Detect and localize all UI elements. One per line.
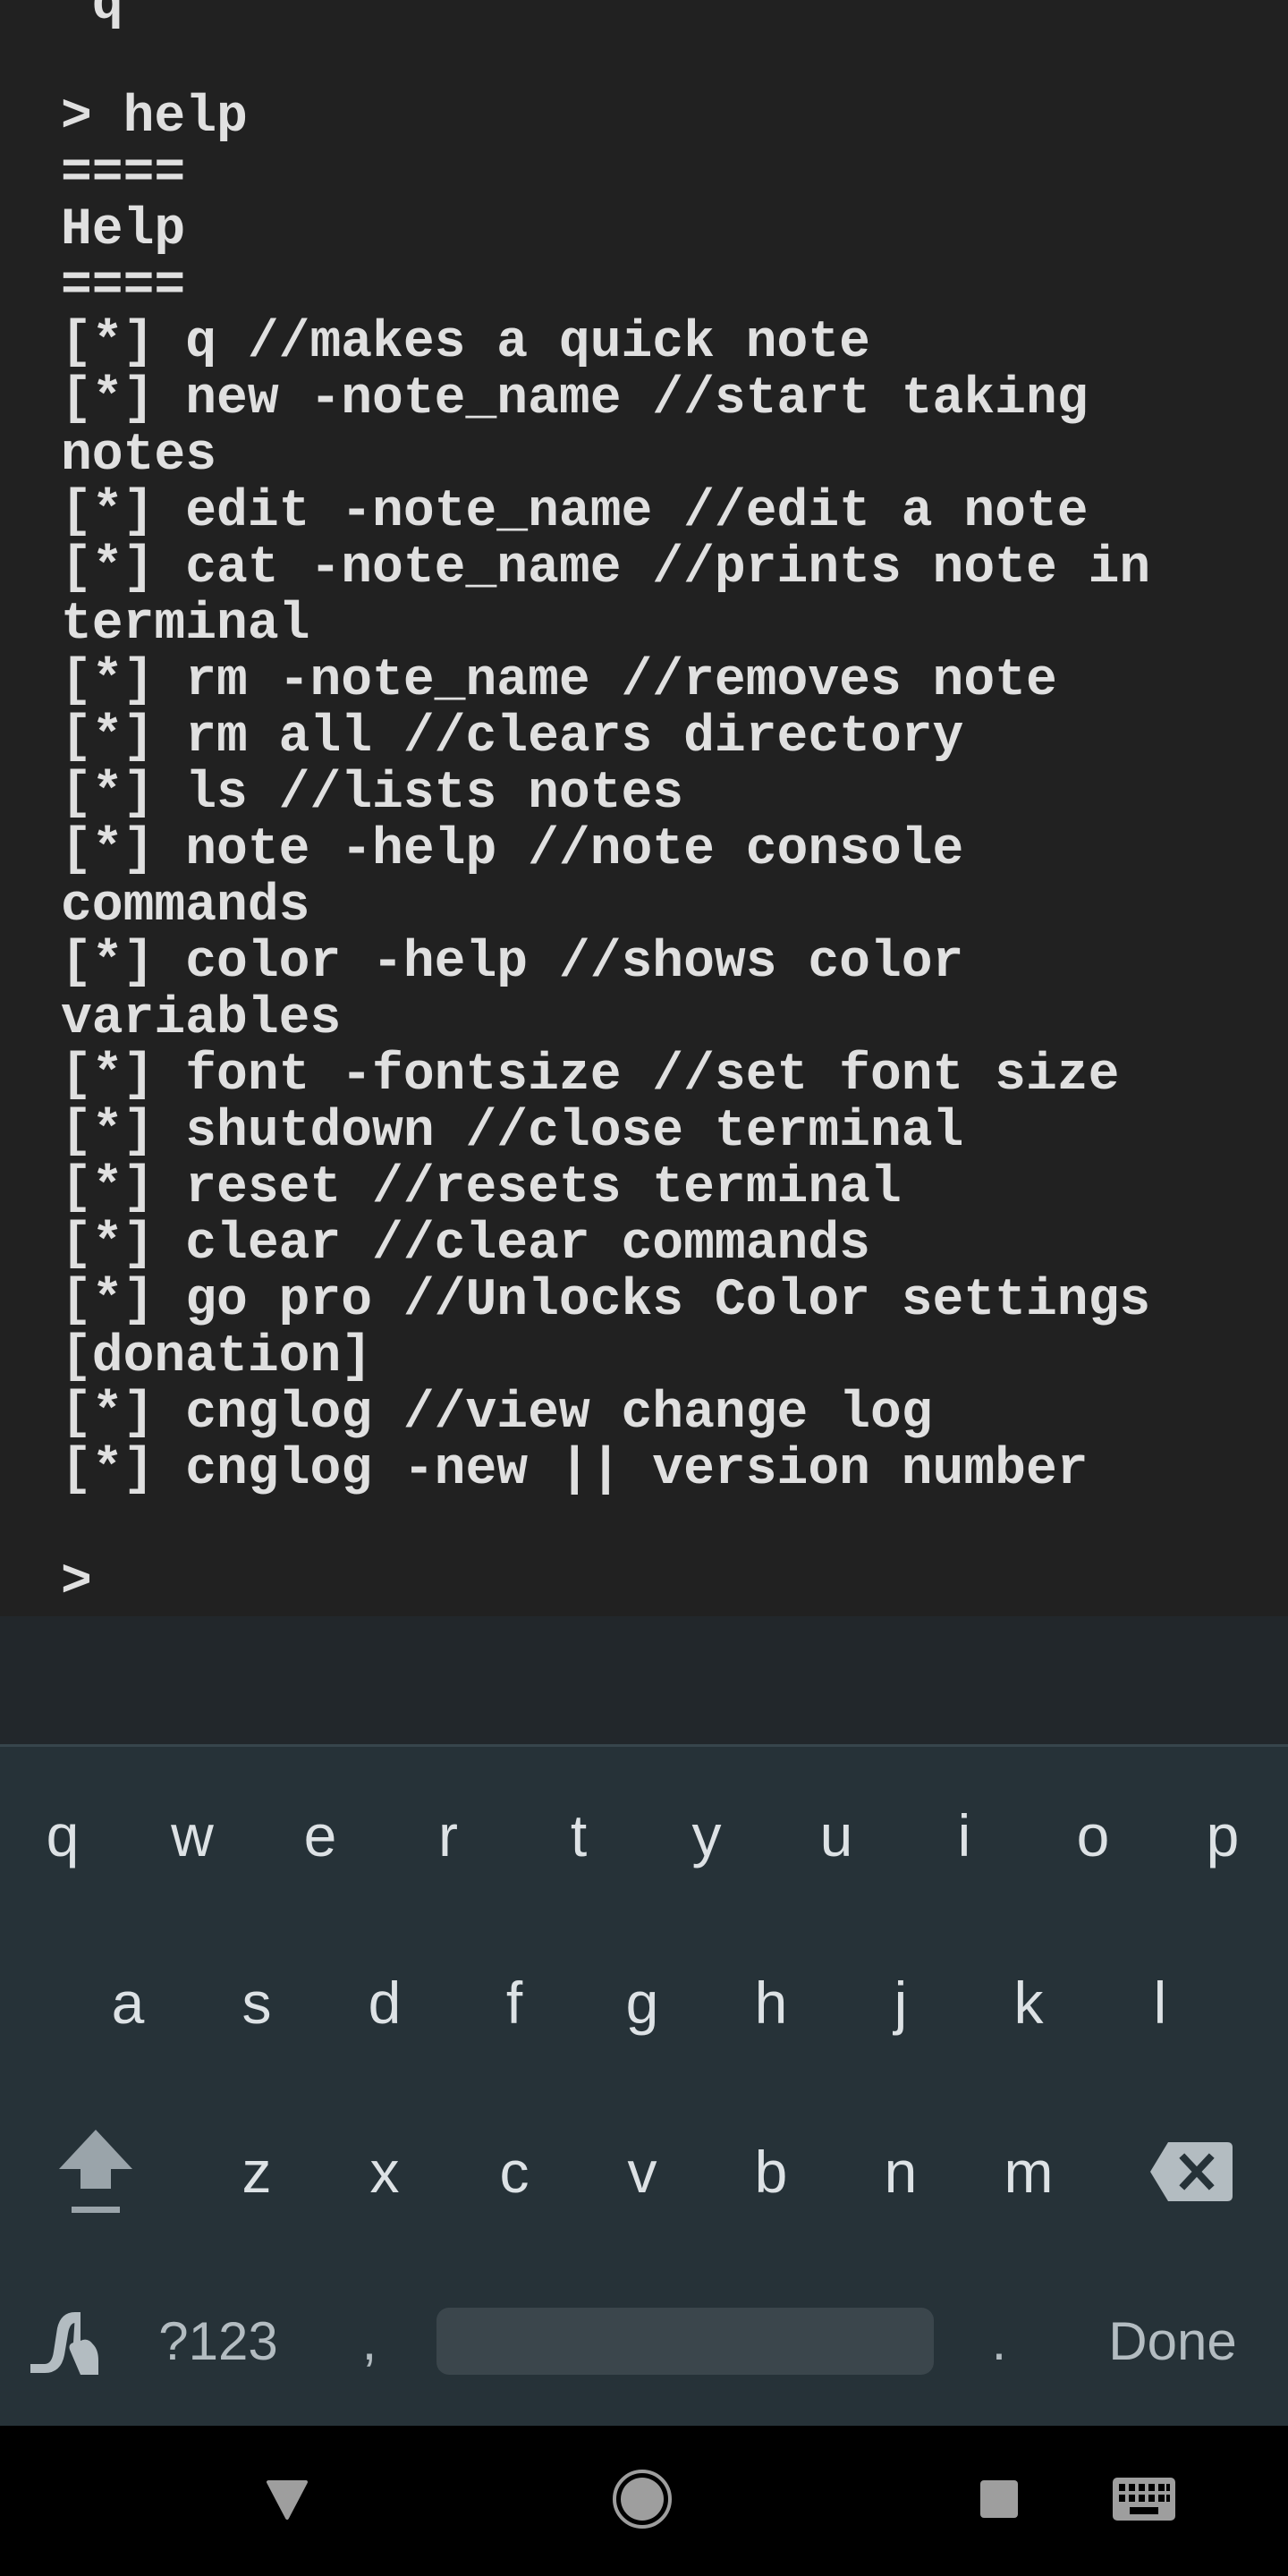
recents-square-icon [980, 2480, 1018, 2518]
terminal-line: commands [61, 877, 310, 936]
key-h[interactable]: h [713, 1927, 829, 2079]
terminal-line: variables [61, 990, 342, 1048]
terminal-line: [*] rm all //clears directory [61, 708, 964, 767]
key-y[interactable]: y [648, 1759, 765, 1911]
key-m[interactable]: m [970, 2096, 1087, 2248]
terminal-line: [*] ls //lists notes [61, 765, 684, 823]
key-f[interactable]: f [456, 1927, 572, 2079]
key-z[interactable]: z [199, 2096, 315, 2248]
terminal-line: ==== [61, 258, 186, 316]
key-c[interactable]: c [456, 2096, 572, 2248]
terminal-line: > help [61, 89, 248, 147]
key-n[interactable]: n [843, 2096, 959, 2248]
back-triangle-icon [267, 2480, 308, 2520]
terminal-line: q [61, 0, 123, 34]
key-a[interactable]: a [70, 1927, 186, 2079]
terminal-screen[interactable]: q > help ==== Help ==== [*] q //makes a quick… [0, 0, 1288, 1616]
key-e[interactable]: e [262, 1759, 378, 1911]
terminal-line: [*] clear //clear commands [61, 1216, 870, 1274]
key-i[interactable]: i [906, 1759, 1022, 1911]
terminal-line: [*] q //makes a quick note [61, 314, 870, 372]
key-j[interactable]: j [843, 1927, 959, 2079]
backspace-key[interactable] [1133, 2096, 1250, 2248]
key-s[interactable]: s [199, 1927, 315, 2079]
terminal-line: [*] cat -note_name //prints note in [61, 539, 1151, 597]
nav-back-button[interactable] [238, 2450, 336, 2548]
terminal-line: [*] cnglog -new || version number [61, 1441, 1089, 1499]
terminal-line: ==== [61, 145, 186, 203]
key-q[interactable]: q [4, 1759, 121, 1911]
key-g[interactable]: g [584, 1927, 700, 2079]
terminal-output: q > help ==== Help ==== [*] q //makes a quick… [61, 0, 1150, 1611]
terminal-line: [*] edit -note_name //edit a note [61, 483, 1089, 541]
nav-home-button[interactable] [593, 2450, 691, 2548]
key-l[interactable]: l [1102, 1927, 1218, 2079]
symbols-key[interactable]: ?123 [138, 2265, 299, 2417]
terminal-line: notes [61, 427, 217, 485]
key-o[interactable]: o [1035, 1759, 1151, 1911]
key-v[interactable]: v [584, 2096, 700, 2248]
keyboard-icon [1113, 2478, 1175, 2521]
key-k[interactable]: k [970, 1927, 1087, 2079]
terminal-line: [*] reset //resets terminal [61, 1159, 902, 1217]
keyboard-suggestion-strip [0, 1616, 1288, 1747]
key-r[interactable]: r [390, 1759, 506, 1911]
terminal-line: [*] go pro //Unlocks Color settings [61, 1272, 1151, 1330]
done-key[interactable]: Done [1083, 2265, 1262, 2417]
terminal-prompt: > [61, 1554, 92, 1612]
backspace-icon [1150, 2142, 1233, 2201]
shift-key[interactable] [38, 2096, 154, 2248]
key-u[interactable]: u [778, 1759, 894, 1911]
key-x[interactable]: x [326, 2096, 443, 2248]
terminal-line: [*] cnglog //view change log [61, 1385, 933, 1443]
key-d[interactable]: d [326, 1927, 443, 2079]
key-w[interactable]: w [134, 1759, 250, 1911]
terminal-line: [*] color -help //shows color [61, 934, 964, 992]
space-key[interactable] [436, 2308, 934, 2375]
shift-arrow-icon [59, 2130, 132, 2213]
gesture-typing-icon [30, 2312, 98, 2375]
terminal-line: [*] new -note_name //start taking [61, 370, 1089, 428]
terminal-line: [donation] [61, 1328, 373, 1386]
terminal-line: [*] rm -note_name //removes note [61, 652, 1057, 710]
key-b[interactable]: b [713, 2096, 829, 2248]
terminal-line: [*] shutdown //close terminal [61, 1103, 964, 1161]
home-circle-icon [613, 2470, 672, 2529]
key-t[interactable]: t [521, 1759, 637, 1911]
nav-keyboard-switcher-button[interactable] [1095, 2450, 1193, 2548]
gesture-typing-key[interactable] [7, 2265, 123, 2417]
terminal-line: [*] note -help //note console [61, 821, 964, 879]
terminal-line: [*] font -fontsize //set font size [61, 1046, 1120, 1105]
key-p[interactable]: p [1165, 1759, 1281, 1911]
terminal-line: Help [61, 201, 186, 259]
comma-key[interactable]: , [311, 2265, 428, 2417]
period-key[interactable]: . [941, 2265, 1057, 2417]
terminal-line: terminal [61, 596, 310, 654]
nav-recents-button[interactable] [950, 2450, 1048, 2548]
